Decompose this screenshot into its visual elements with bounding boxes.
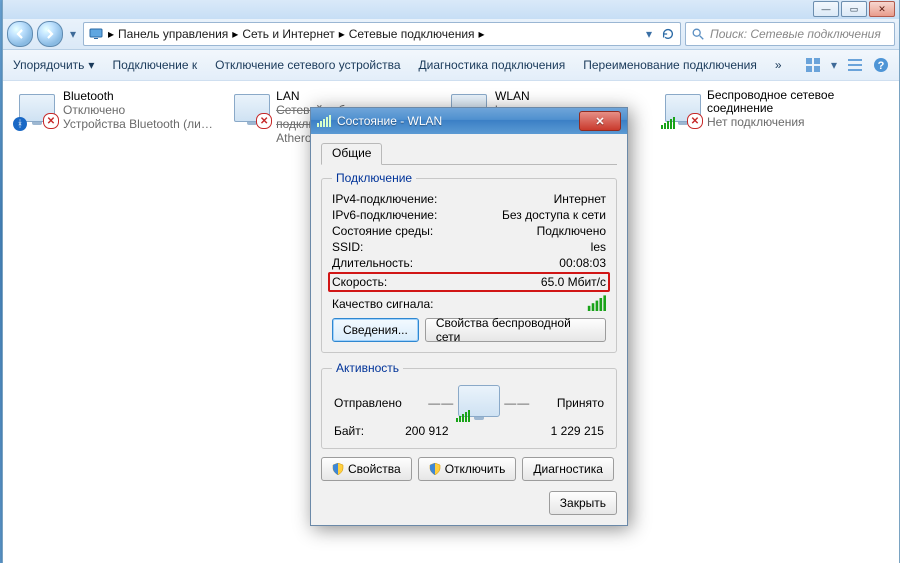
window-minimize-button[interactable]: —	[813, 1, 839, 17]
view-dropdown-icon[interactable]: ▾	[831, 58, 837, 72]
speed-highlight: Скорость: 65.0 Мбит/с	[328, 272, 610, 292]
group-connection-label: Подключение	[332, 171, 416, 185]
window-close-button[interactable]: ✕	[869, 1, 895, 17]
search-input[interactable]: Поиск: Сетевые подключения	[685, 22, 895, 46]
address-bar[interactable]: ▸ Панель управления ▸ Сеть и Интернет ▸ …	[83, 22, 681, 46]
arrow-icon: ——	[504, 396, 530, 410]
media-label: Состояние среды:	[332, 224, 433, 238]
addr-dropdown-icon[interactable]: ▾	[641, 26, 657, 42]
breadcrumb-sep-icon: ▸	[339, 27, 345, 41]
disconnected-badge-icon: ✕	[687, 113, 703, 129]
connection-device: Устройства Bluetooth (личной с...	[63, 117, 213, 131]
dialog-titlebar[interactable]: Состояние - WLAN ✕	[311, 108, 627, 134]
view-list-icon[interactable]	[847, 57, 863, 73]
connection-name: Беспроводное сетевое соединение	[707, 89, 865, 115]
chevron-down-icon: ▾	[88, 58, 94, 72]
bytes-label: Байт:	[334, 424, 364, 438]
toolbar-diagnose[interactable]: Диагностика подключения	[419, 58, 566, 72]
svg-text:?: ?	[878, 60, 885, 72]
breadcrumb-item[interactable]: Панель управления	[118, 27, 228, 41]
connection-item-bluetooth[interactable]: ✕ ᚼ Bluetooth Отключено Устройства Bluet…	[17, 89, 217, 131]
connection-name: WLAN	[495, 89, 530, 103]
connection-name: LAN	[276, 89, 433, 103]
duration-value: 00:08:03	[559, 256, 606, 270]
shield-icon	[429, 463, 441, 475]
view-thumbnails-icon[interactable]	[805, 57, 821, 73]
nav-history-dropdown[interactable]: ▾	[67, 27, 79, 41]
wireless-properties-button[interactable]: Свойства беспроводной сети	[425, 318, 606, 342]
group-connection: Подключение IPv4-подключение: Интернет IP…	[321, 171, 617, 353]
search-icon	[690, 26, 706, 42]
ssid-value: les	[591, 240, 606, 254]
network-folder-icon	[88, 26, 104, 42]
bluetooth-glyph-icon: ᚼ	[13, 117, 27, 131]
breadcrumb-sep-icon: ▸	[108, 27, 114, 41]
refresh-icon[interactable]	[660, 26, 676, 42]
arrow-icon: ——	[428, 396, 454, 410]
signal-icon	[661, 115, 675, 129]
properties-button[interactable]: Свойства	[321, 457, 412, 481]
help-icon[interactable]: ?	[873, 57, 889, 73]
command-bar: Упорядочить▾ Подключение к Отключение се…	[3, 50, 899, 81]
bluetooth-icon: ✕ ᚼ	[17, 89, 57, 127]
sent-label: Отправлено	[334, 396, 402, 410]
group-activity-label: Активность	[332, 361, 403, 375]
speed-label: Скорость:	[332, 275, 387, 289]
breadcrumb-item[interactable]: Сеть и Интернет	[242, 27, 334, 41]
speed-value: 65.0 Мбит/с	[541, 275, 606, 289]
tab-general[interactable]: Общие	[321, 143, 382, 165]
disable-button[interactable]: Отключить	[418, 457, 517, 481]
breadcrumb-sep-icon: ▸	[232, 27, 238, 41]
duration-label: Длительность:	[332, 256, 413, 270]
bytes-sent: 200 912	[405, 424, 448, 438]
details-button[interactable]: Сведения...	[332, 318, 419, 342]
dialog-tabs: Общие	[321, 142, 617, 165]
media-value: Подключено	[537, 224, 606, 238]
nav-back-button[interactable]	[7, 21, 33, 47]
shield-icon	[332, 463, 344, 475]
bytes-recv: 1 229 215	[551, 424, 604, 438]
group-activity: Активность Отправлено —— —— Принято Байт…	[321, 361, 617, 449]
address-bar-row: ▾ ▸ Панель управления ▸ Сеть и Интернет …	[3, 19, 899, 50]
toolbar-rename[interactable]: Переименование подключения	[583, 58, 757, 72]
lan-icon: ✕	[233, 89, 270, 127]
unplugged-badge-icon: ✕	[256, 113, 272, 129]
ipv4-label: IPv4-подключение:	[332, 192, 437, 206]
quality-label: Качество сигнала:	[332, 297, 433, 311]
toolbar-disable[interactable]: Отключение сетевого устройства	[215, 58, 400, 72]
connection-name: Bluetooth	[63, 89, 213, 103]
signal-icon	[456, 408, 470, 422]
close-button[interactable]: Закрыть	[549, 491, 617, 515]
dialog-title: Состояние - WLAN	[337, 114, 442, 128]
dialog-close-button[interactable]: ✕	[579, 111, 621, 131]
toolbar-organize[interactable]: Упорядочить▾	[13, 58, 94, 72]
breadcrumb-item[interactable]: Сетевые подключения	[349, 27, 475, 41]
connection-item-wireless[interactable]: ✕ Беспроводное сетевое соединение Нет по…	[665, 89, 865, 129]
toolbar-more[interactable]: »	[775, 58, 782, 72]
connection-status: Нет подключения	[707, 115, 865, 129]
window-titlebar: — ▭ ✕	[3, 0, 899, 19]
wlan-status-dialog: Состояние - WLAN ✕ Общие Подключение IPv…	[310, 107, 628, 526]
toolbar-connect[interactable]: Подключение к	[112, 58, 197, 72]
connection-status: Отключено	[63, 103, 213, 117]
nav-forward-button[interactable]	[37, 21, 63, 47]
signal-icon	[317, 115, 331, 127]
wlan-icon: ✕	[665, 89, 701, 127]
disabled-badge-icon: ✕	[43, 113, 59, 129]
ipv4-value: Интернет	[554, 192, 606, 206]
diagnose-button[interactable]: Диагностика	[522, 457, 614, 481]
ssid-label: SSID:	[332, 240, 363, 254]
ipv6-value: Без доступа к сети	[502, 208, 606, 222]
window-maximize-button[interactable]: ▭	[841, 1, 867, 17]
ipv6-label: IPv6-подключение:	[332, 208, 437, 222]
search-placeholder: Поиск: Сетевые подключения	[710, 27, 881, 41]
recv-label: Принято	[557, 396, 604, 410]
signal-quality-icon	[588, 293, 606, 311]
breadcrumb-sep-icon: ▸	[479, 27, 485, 41]
